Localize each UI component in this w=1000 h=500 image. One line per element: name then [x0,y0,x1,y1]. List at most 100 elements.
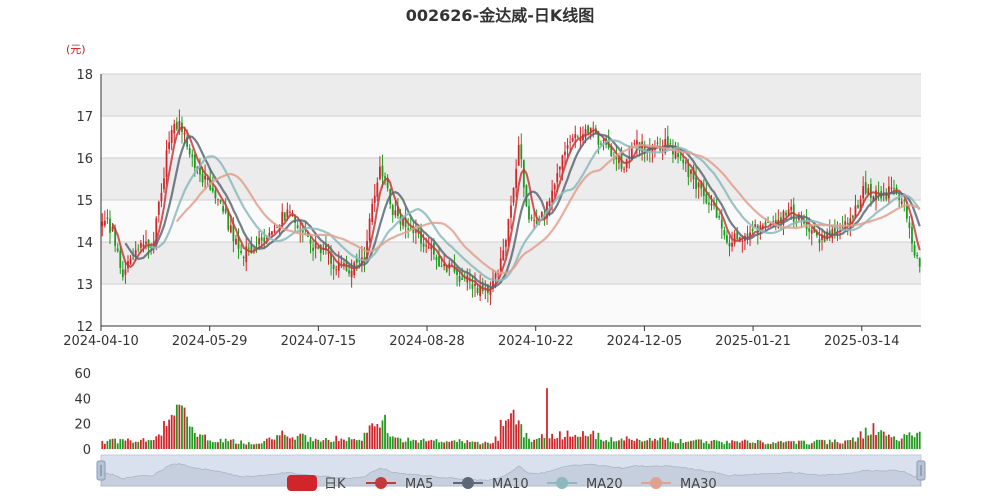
volume-bar [296,435,299,449]
volume-bar [746,440,749,449]
volume-bar [247,442,250,449]
volume-bar [731,440,733,449]
volume-bar [553,438,556,449]
volume-bar [756,439,759,449]
candle-body [263,237,266,242]
volume-bar [674,443,677,449]
volume-bar [741,440,744,449]
x-tick-label: 2024-08-28 [389,334,465,349]
volume-bar [317,439,320,449]
volume-bar [823,440,826,449]
candle-body [137,248,140,250]
candle-body [379,166,381,180]
candle-body [695,176,697,190]
volume-bar [728,443,731,449]
volume-bar [710,440,713,449]
candle-body [669,143,672,144]
volume-bar [767,443,769,449]
candle-body [517,144,520,166]
candle-body [289,211,291,213]
volume-tick-label: 40 [74,392,91,407]
volume-bar [273,439,276,449]
candle-body [908,222,911,229]
volume-bar [294,439,296,449]
volume-bar [291,437,294,449]
volume-bar [307,441,309,449]
volume-bar [265,438,268,449]
volume-bar [150,440,153,449]
candle-body [633,143,636,145]
volume-bar [139,439,142,449]
volume-bar [780,440,782,449]
candle-body [435,257,438,261]
candle-body [574,134,577,138]
grid-band [101,116,921,158]
volume-bar [476,441,479,449]
volume-bar [594,439,597,449]
volume-bar [633,440,636,449]
volume-bar [571,436,574,449]
volume-bar [841,443,844,449]
volume-bar [368,425,371,449]
grid-band [101,242,921,284]
volume-bar [805,444,808,449]
legend-item-label: MA10 [492,477,529,492]
volume-bar [343,439,345,449]
candle-body [340,261,343,263]
volume-bar [605,440,608,449]
candle-body [134,250,137,256]
volume-bar [276,435,278,449]
volume-bar [630,439,633,449]
candle-body [283,212,286,221]
candle-body [119,250,122,268]
candle-body [522,160,525,188]
volume-bar [612,441,615,449]
candle-body [286,209,289,218]
volume-bar [512,409,515,449]
candle-body [132,257,135,259]
volume-bar [301,433,304,449]
volume-bar [366,432,368,449]
volume-bar [736,441,739,449]
volume-bar [379,427,381,449]
volume-bar [448,441,451,449]
volume-bar [769,443,772,449]
volume-bar [330,442,332,449]
volume-bar [327,439,330,449]
x-tick-label: 2024-05-29 [172,334,248,349]
candle-body [512,187,515,203]
candle-body [741,240,744,242]
volume-bar [145,441,147,449]
volume-bar [877,431,880,449]
volume-bar [422,438,425,449]
volume-bar [607,441,610,449]
volume-bar [538,437,541,449]
candle-body [476,287,479,293]
candle-body [918,258,921,267]
volume-bar [602,441,605,449]
candle-body [623,168,626,170]
volume-bar [229,439,232,449]
x-tick-label: 2024-07-15 [281,334,357,349]
volume-bar [597,432,600,449]
volume-bar [101,441,104,449]
volume-bar [641,441,643,449]
grid-band [101,284,921,326]
volume-bar [833,439,836,449]
candle-body [867,188,870,195]
volume-bar [916,432,919,449]
candle-body [371,203,374,223]
price-tick-label: 15 [76,194,93,209]
volume-bar [764,444,767,449]
candle-body [242,256,245,259]
candle-body [551,190,554,203]
volume-bar [872,423,875,449]
volume-bar [211,442,214,449]
volume-bar [893,436,895,449]
volume-bar [625,436,628,449]
volume-bar [414,440,417,449]
volume-bar [309,437,312,449]
volume-bar [659,437,661,449]
legend-item-label: MA20 [586,477,623,492]
volume-bar [109,439,111,449]
